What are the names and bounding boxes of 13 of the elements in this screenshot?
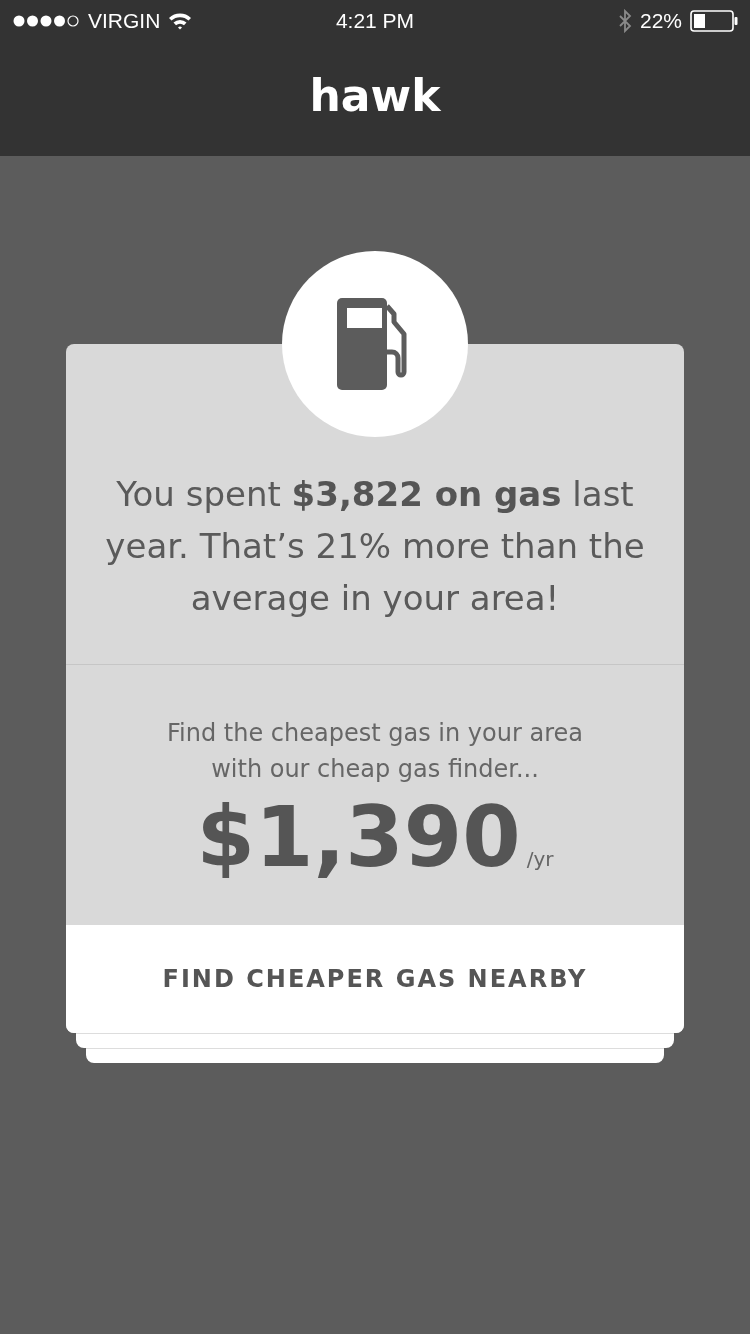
bluetooth-icon [617,9,632,33]
battery-percentage: 22% [639,9,682,33]
spending-message: You spent $3,822 on gas last year. That’s 21% more than the average in your area! [104,473,646,620]
battery-icon [690,10,738,32]
savings-amount: $1,390 [196,795,521,879]
find-gas-button[interactable]: FIND CHEAPER GAS NEARBY [66,925,684,1033]
wifi-icon [168,12,193,30]
signal-icon [12,14,80,28]
carrier: VIRGIN [88,9,161,33]
clock: 4:21 PM [335,9,415,33]
unit-label: /yr [526,847,554,871]
app-title: hawk [309,69,441,121]
finder-description: Find the cheapest gas in your area with our cheap gas finder... [166,718,584,785]
